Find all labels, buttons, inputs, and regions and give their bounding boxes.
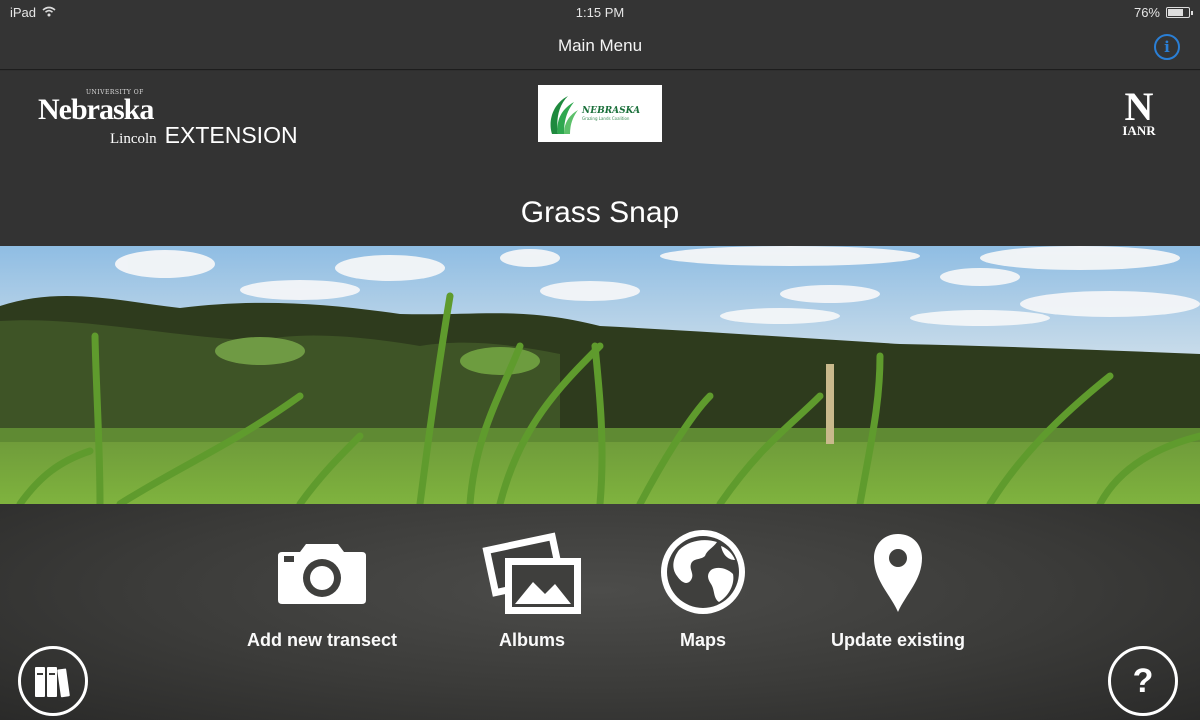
app-title: Grass Snap <box>520 196 680 229</box>
unl-logo-lincoln: Lincoln <box>110 131 157 147</box>
status-bar: iPad 1:15 PM 76% <box>0 0 1200 24</box>
camera-icon <box>222 522 422 622</box>
grass-field-image <box>0 246 1200 504</box>
grass-photo-banner <box>0 246 1200 504</box>
ianr-logo: N IANR <box>1116 84 1162 139</box>
add-new-transect-button[interactable]: Add new transect <box>222 522 422 651</box>
info-icon[interactable]: i <box>1154 34 1180 60</box>
albums-label: Albums <box>498 630 565 650</box>
grazing-lands-logo: NEBRASKA Grazing Lands Coalition <box>538 85 662 142</box>
albums-button[interactable]: Albums <box>432 522 632 651</box>
ianr-logo-text: IANR <box>1122 123 1156 138</box>
help-button[interactable]: ? <box>1108 646 1178 716</box>
maps-label: Maps <box>679 630 726 650</box>
update-existing-label: Update existing <box>830 630 966 650</box>
battery-status: 76% <box>1133 5 1193 20</box>
status-time: 1:15 PM <box>575 5 625 20</box>
unl-logo-main: Nebraska <box>38 93 154 126</box>
books-icon <box>35 667 70 698</box>
unl-logo-sub: Lincoln EXTENSION <box>110 122 298 149</box>
main-menu-panel: Add new transect Albums Maps Update exis… <box>0 504 1200 720</box>
grazing-logo-subtitle: Grazing Lands Coalition <box>582 116 630 121</box>
photos-icon <box>432 522 632 622</box>
battery-percent: 76% <box>1133 5 1160 20</box>
help-icon: ? <box>1132 661 1154 700</box>
add-new-transect-label: Add new transect <box>246 630 398 650</box>
update-existing-button[interactable]: Update existing <box>798 522 998 651</box>
unl-logo-extension: EXTENSION <box>164 122 298 148</box>
nav-title: Main Menu <box>557 36 643 55</box>
globe-icon <box>603 522 803 622</box>
ianr-logo-letter: N <box>1124 84 1154 129</box>
maps-button[interactable]: Maps <box>603 522 803 651</box>
battery-fill <box>1168 9 1184 16</box>
library-button[interactable] <box>18 646 88 716</box>
navigation-bar: Main Menu i <box>0 24 1200 70</box>
unl-extension-logo: UNIVERSITY OF Nebraska Lincoln EXTENSION <box>38 89 298 149</box>
grass-logo-icon <box>550 95 578 134</box>
header: UNIVERSITY OF Nebraska Lincoln EXTENSION… <box>0 71 1200 246</box>
map-pin-icon <box>798 522 998 622</box>
battery-icon <box>1166 7 1193 18</box>
grazing-logo-name: NEBRASKA <box>582 106 641 116</box>
